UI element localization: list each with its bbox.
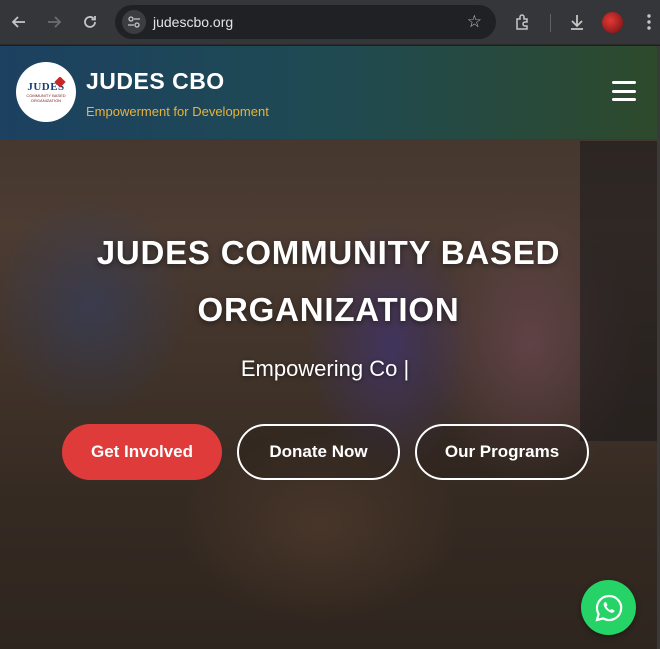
download-icon[interactable] [564,9,590,35]
hero-title-line-1: JUDES COMMUNITY BASED [96,234,561,271]
hero-title-line-2: ORGANIZATION [197,291,460,328]
browser-toolbar: judescbo.org ☆ [0,0,660,45]
profile-avatar[interactable] [602,12,623,33]
whatsapp-icon [594,594,622,622]
url-text[interactable]: judescbo.org [153,14,233,30]
hero-subtitle: Empowering Co | [240,356,410,381]
site-info-icon[interactable] [122,10,146,34]
our-programs-button[interactable]: Our Programs [415,424,589,480]
donate-now-button[interactable]: Donate Now [237,424,400,480]
whatsapp-chat-button[interactable] [581,580,636,635]
toolbar-divider [550,14,551,32]
back-icon[interactable] [6,9,32,35]
brand-tagline: Empowerment for Development [86,104,269,119]
hamburger-menu-icon[interactable] [612,81,636,101]
website-viewport: JUDES COMMUNITY BASED ORGANIZATION JUDES… [0,46,657,649]
site-header: JUDES COMMUNITY BASED ORGANIZATION JUDES… [0,46,657,139]
brand-name[interactable]: JUDES CBO [86,68,225,95]
hero-title: JUDES COMMUNITY BASED ORGANIZATION [0,224,657,338]
address-bar[interactable]: judescbo.org ☆ [115,5,496,39]
reload-icon[interactable] [77,9,103,35]
site-logo[interactable]: JUDES COMMUNITY BASED ORGANIZATION [16,62,76,122]
star-icon[interactable]: ☆ [467,12,482,32]
menu-icon[interactable] [636,9,660,35]
forward-icon[interactable] [41,9,67,35]
extensions-icon[interactable] [510,9,536,35]
get-involved-button[interactable]: Get Involved [62,424,222,480]
logo-subtext: COMMUNITY BASED ORGANIZATION [26,93,66,103]
